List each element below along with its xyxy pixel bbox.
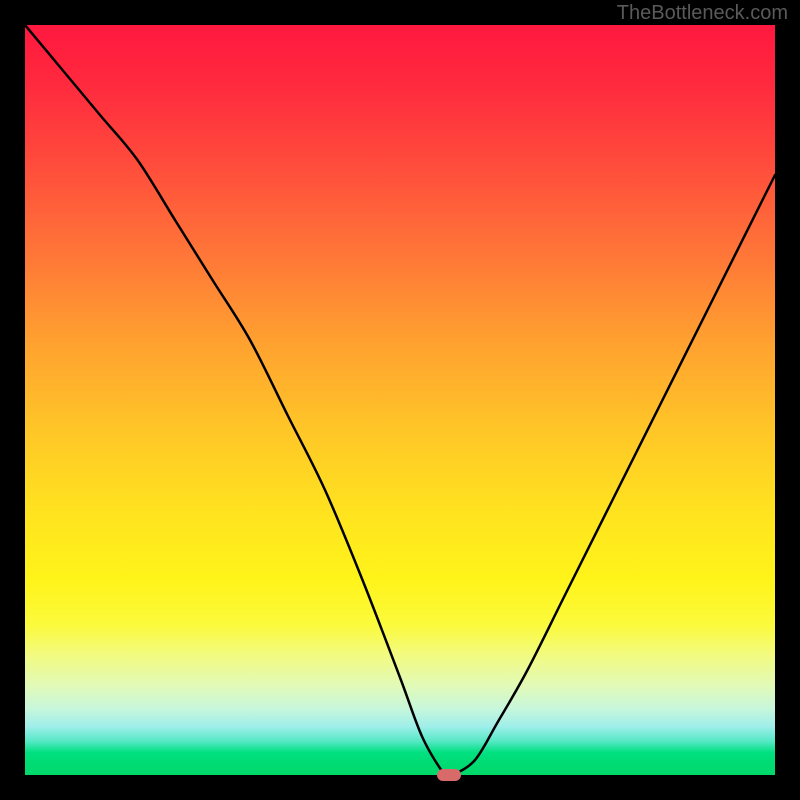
chart-curve-svg — [25, 25, 775, 775]
bottleneck-curve-line — [25, 25, 775, 775]
watermark-text: TheBottleneck.com — [617, 2, 788, 25]
optimal-point-marker — [437, 769, 461, 781]
chart-plot-area — [25, 25, 775, 775]
